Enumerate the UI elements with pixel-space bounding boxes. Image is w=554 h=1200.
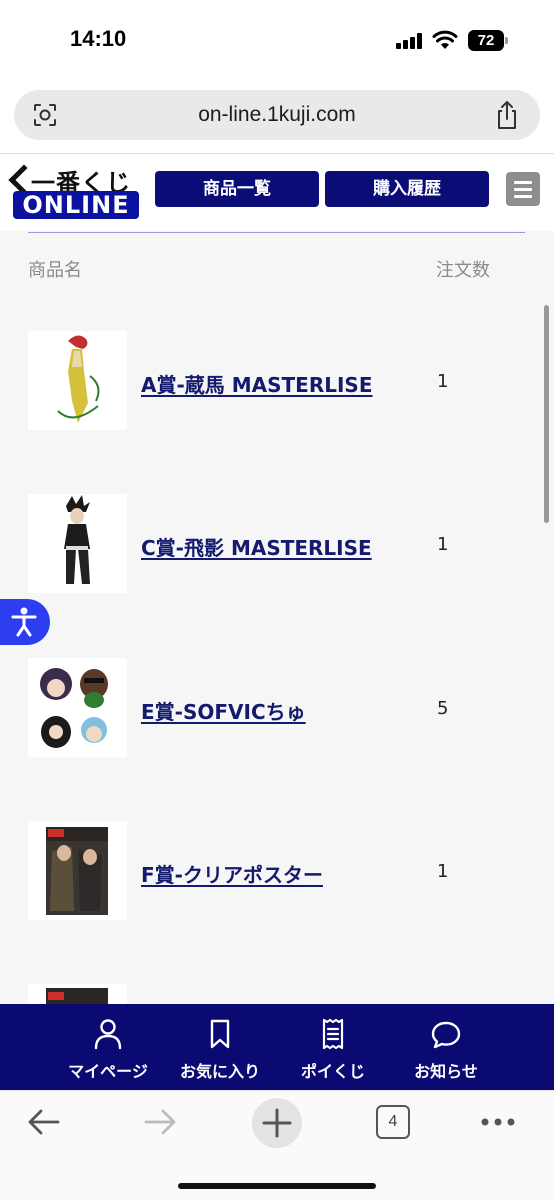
bookmark-icon bbox=[210, 1019, 230, 1049]
order-count: 1 bbox=[437, 371, 449, 392]
table-row: C賞-飛影 MASTERLISE 1 bbox=[0, 494, 554, 594]
bottom-navigation: マイページ お気に入り ポイくじ お知らせ bbox=[0, 1004, 554, 1090]
site-logo[interactable]: 一番くじ ONLINE bbox=[8, 163, 141, 221]
product-link[interactable]: E賞-SOFVICちゅ bbox=[141, 696, 306, 725]
url-text: on-line.1kuji.com bbox=[198, 103, 356, 126]
order-count: 5 bbox=[437, 698, 449, 719]
divider bbox=[28, 232, 525, 233]
receipt-icon bbox=[322, 1018, 344, 1050]
new-tab-plus-icon[interactable] bbox=[251, 1097, 303, 1149]
products-list-button[interactable]: 商品一覧 bbox=[155, 171, 319, 207]
status-bar: 14:10 72 bbox=[0, 0, 554, 82]
accessibility-icon[interactable] bbox=[0, 599, 50, 645]
table-row: F賞-クリアポスター 1 bbox=[0, 821, 554, 921]
column-header-name: 商品名 bbox=[28, 260, 82, 281]
tabs-button[interactable]: 4 bbox=[376, 1105, 410, 1139]
table-row: E賞-SOFVICちゅ 5 bbox=[0, 658, 554, 758]
product-image[interactable] bbox=[28, 494, 127, 593]
product-link[interactable]: F賞-クリアポスター bbox=[141, 859, 323, 888]
order-count: 1 bbox=[437, 534, 449, 555]
table-row bbox=[0, 984, 554, 1004]
speech-bubble-icon bbox=[431, 1021, 461, 1049]
product-image[interactable] bbox=[28, 821, 127, 920]
table-row: A賞-蔵馬 MASTERLISE 1 bbox=[0, 331, 554, 431]
product-image[interactable] bbox=[28, 984, 127, 1004]
address-bar[interactable]: on-line.1kuji.com bbox=[14, 90, 540, 140]
more-options-icon[interactable] bbox=[480, 1117, 516, 1127]
product-image[interactable] bbox=[28, 658, 127, 757]
home-indicator bbox=[178, 1183, 376, 1189]
nav-mypage[interactable]: マイページ bbox=[43, 1004, 173, 1090]
status-time: 14:10 bbox=[70, 26, 127, 51]
product-image[interactable] bbox=[28, 331, 127, 430]
purchase-history-button[interactable]: 購入履歴 bbox=[325, 171, 489, 207]
cellular-signal-icon bbox=[396, 33, 424, 49]
nav-favorites[interactable]: お気に入り bbox=[155, 1004, 285, 1090]
product-link[interactable]: A賞-蔵馬 MASTERLISE bbox=[141, 369, 372, 398]
share-icon[interactable] bbox=[494, 100, 520, 130]
column-header-count: 注文数 bbox=[436, 260, 490, 281]
battery-level: 72 bbox=[468, 30, 504, 51]
hamburger-menu-icon[interactable] bbox=[506, 172, 540, 206]
wifi-icon bbox=[432, 30, 458, 49]
browser-address-area: on-line.1kuji.com bbox=[0, 82, 554, 154]
user-icon bbox=[94, 1019, 122, 1050]
order-count: 1 bbox=[437, 861, 449, 882]
forward-arrow-icon[interactable] bbox=[142, 1107, 178, 1137]
nav-poikuji[interactable]: ポイくじ bbox=[268, 1004, 398, 1090]
site-header: 一番くじ ONLINE 商品一覧 購入履歴 bbox=[0, 155, 554, 231]
battery-icon: 72 bbox=[468, 30, 508, 51]
nav-news[interactable]: お知らせ bbox=[381, 1004, 511, 1090]
product-link[interactable]: C賞-飛影 MASTERLISE bbox=[141, 532, 372, 561]
back-arrow-icon[interactable] bbox=[26, 1107, 62, 1137]
